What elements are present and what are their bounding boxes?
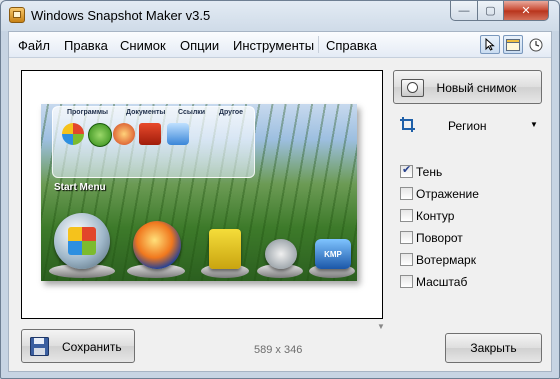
panel-tab-other: Другое (219, 109, 244, 116)
image-size-text: 589 x 346 (254, 344, 303, 356)
network-icon (167, 123, 189, 145)
rotate-checkbox[interactable] (400, 231, 413, 244)
menu-file[interactable]: Файл (18, 38, 50, 53)
capture-mode-value: Регион (448, 119, 487, 133)
ccleaner-icon (113, 123, 135, 145)
filezilla-icon (139, 123, 161, 145)
new-snapshot-button[interactable]: Новый снимок (393, 70, 542, 104)
minimize-button[interactable]: — (450, 1, 478, 21)
shadow-checkbox[interactable] (400, 163, 413, 178)
start-panel: Программы Документы Ссылки Другое (52, 106, 255, 178)
outline-label: Контур (416, 209, 455, 223)
app-window: Windows Snapshot Maker v3.5 — ▢ ✕ Файл П… (0, 0, 560, 379)
menu-edit[interactable]: Правка (64, 38, 108, 53)
window-icon[interactable] (503, 35, 523, 54)
watermark-label: Вотермарк (416, 253, 476, 267)
menu-snapshot[interactable]: Снимок (120, 38, 166, 53)
outline-checkbox[interactable] (400, 209, 413, 222)
windows-logo-icon (62, 123, 84, 145)
save-label: Сохранить (62, 340, 122, 354)
panel-tab-documents: Документы (126, 109, 166, 116)
crop-region-icon (400, 117, 415, 132)
save-button[interactable]: Сохранить (21, 329, 135, 363)
resize-grip-icon[interactable]: ▼ (377, 322, 385, 331)
floppy-disk-icon (30, 337, 49, 356)
firefox-icon (133, 221, 181, 269)
new-snapshot-label: Новый снимок (436, 81, 517, 95)
shadow-label: Тень (416, 165, 443, 179)
panel-tab-links: Ссылки (178, 109, 206, 116)
menu-help[interactable]: Справка (326, 38, 377, 53)
title-bar[interactable]: Windows Snapshot Maker v3.5 — ▢ ✕ (1, 1, 559, 31)
menu-bar: Файл Правка Снимок Опции Инструменты Спр… (9, 32, 551, 58)
rotate-label: Поворот (416, 231, 463, 245)
windows-dock-icon (54, 213, 110, 269)
timer-icon[interactable] (526, 35, 546, 54)
window-title: Windows Snapshot Maker v3.5 (31, 8, 211, 23)
app-icon (9, 7, 25, 23)
menu-tools[interactable]: Инструменты (233, 38, 314, 53)
satellite-icon (265, 239, 297, 269)
close-button[interactable]: Закрыть (445, 333, 542, 363)
menu-separator (318, 36, 319, 53)
menu-options[interactable]: Опции (180, 38, 219, 53)
maximize-button[interactable]: ▢ (477, 1, 504, 21)
start-menu-label: Start Menu (54, 182, 106, 193)
watermark-checkbox[interactable] (400, 253, 413, 266)
capture-mode-select[interactable]: Регион ▼ (393, 114, 542, 136)
windows-flag-icon (68, 227, 96, 255)
close-window-button[interactable]: ✕ (503, 1, 549, 21)
snapshot-preview: Программы Документы Ссылки Другое Start … (21, 70, 383, 319)
client-area: Файл Правка Снимок Опции Инструменты Спр… (8, 31, 552, 372)
reflection-label: Отражение (416, 187, 479, 201)
qip-icon (209, 229, 241, 269)
cursor-icon[interactable] (480, 35, 500, 54)
reflection-checkbox[interactable] (400, 187, 413, 200)
panel-tab-programs: Программы (67, 109, 109, 116)
kmplayer-icon: KMP (315, 239, 351, 269)
captured-screenshot: Программы Документы Ссылки Другое Start … (41, 104, 357, 281)
scale-label: Масштаб (416, 275, 468, 289)
chevron-down-icon: ▼ (530, 120, 538, 129)
close-label: Закрыть (470, 341, 517, 355)
kmp-badge: KMP (324, 249, 342, 259)
utorrent-icon (88, 123, 112, 147)
scale-checkbox[interactable] (400, 275, 413, 288)
